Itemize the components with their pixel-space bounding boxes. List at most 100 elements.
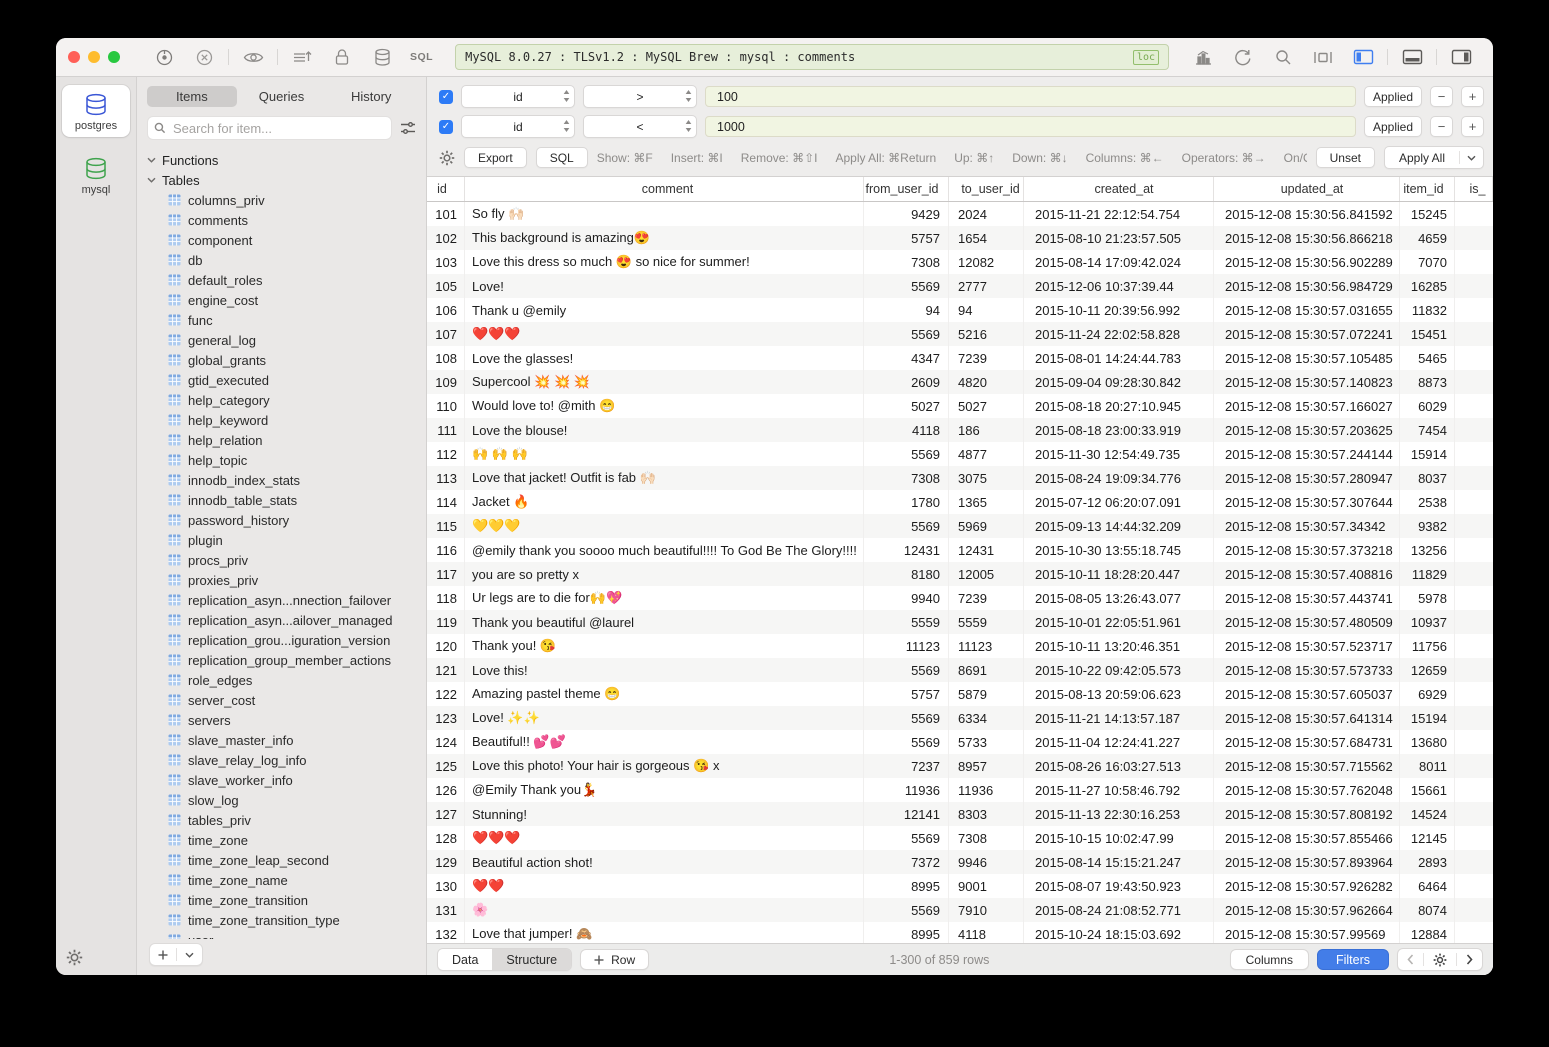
cell-updated-at[interactable]: 2015-12-08 15:30:57.962664 bbox=[1214, 898, 1400, 922]
cell-id[interactable]: 126 bbox=[427, 778, 465, 802]
cell-item-id[interactable]: 14524 bbox=[1400, 802, 1455, 826]
cell-to-user-id[interactable]: 5969 bbox=[949, 514, 1024, 538]
sidebar-table-item[interactable]: general_log bbox=[147, 330, 426, 350]
sidebar-table-item[interactable]: slave_master_info bbox=[147, 730, 426, 750]
cell-item-id[interactable]: 15661 bbox=[1400, 778, 1455, 802]
column-header-item-id[interactable]: item_id bbox=[1400, 177, 1455, 201]
database-icon[interactable] bbox=[367, 46, 397, 68]
cell-to-user-id[interactable]: 8303 bbox=[949, 802, 1024, 826]
cell-updated-at[interactable]: 2015-12-08 15:30:57.573733 bbox=[1214, 658, 1400, 682]
cell-from-user-id[interactable]: 4347 bbox=[864, 346, 949, 370]
add-filter-button[interactable]: + bbox=[1461, 116, 1484, 137]
cell-id[interactable]: 129 bbox=[427, 850, 465, 874]
cell-item-id[interactable]: 15245 bbox=[1400, 202, 1455, 226]
tree-section-tables[interactable]: Tables bbox=[147, 170, 426, 190]
cell-from-user-id[interactable]: 8180 bbox=[864, 562, 949, 586]
cell-is[interactable] bbox=[1455, 394, 1493, 418]
cell-created-at[interactable]: 2015-12-06 10:37:39.44 bbox=[1024, 274, 1214, 298]
cell-comment[interactable]: 🙌 🙌 🙌 bbox=[465, 442, 864, 466]
cell-item-id[interactable]: 8011 bbox=[1400, 754, 1455, 778]
cell-item-id[interactable]: 8037 bbox=[1400, 466, 1455, 490]
cell-is[interactable] bbox=[1455, 778, 1493, 802]
cell-updated-at[interactable]: 2015-12-08 15:30:57.105485 bbox=[1214, 346, 1400, 370]
cell-to-user-id[interactable]: 7308 bbox=[949, 826, 1024, 850]
connection-mysql[interactable]: mysql bbox=[62, 149, 130, 201]
sidebar-table-item[interactable]: slow_log bbox=[147, 790, 426, 810]
cell-updated-at[interactable]: 2015-12-08 15:30:57.373218 bbox=[1214, 538, 1400, 562]
column-header-updated-at[interactable]: updated_at bbox=[1214, 177, 1400, 201]
add-item-chevron-icon[interactable] bbox=[177, 952, 202, 958]
cell-comment[interactable]: Beautiful!! 💕💕 bbox=[465, 730, 864, 754]
cell-updated-at[interactable]: 2015-12-08 15:30:57.244144 bbox=[1214, 442, 1400, 466]
cell-item-id[interactable]: 10937 bbox=[1400, 610, 1455, 634]
table-row[interactable]: 114 Jacket 🔥 1780 1365 2015-07-12 06:20:… bbox=[427, 490, 1493, 514]
cell-id[interactable]: 113 bbox=[427, 466, 465, 490]
cell-created-at[interactable]: 2015-11-21 14:13:57.187 bbox=[1024, 706, 1214, 730]
cell-is[interactable] bbox=[1455, 322, 1493, 346]
cell-to-user-id[interactable]: 9001 bbox=[949, 874, 1024, 898]
cell-item-id[interactable]: 5465 bbox=[1400, 346, 1455, 370]
cell-comment[interactable]: Love that jumper! 🙈 bbox=[465, 922, 864, 943]
table-row[interactable]: 102 This background is amazing😍 5757 165… bbox=[427, 226, 1493, 250]
sidebar-table-item[interactable]: innodb_index_stats bbox=[147, 470, 426, 490]
table-row[interactable]: 123 Love! ✨✨ 5569 6334 2015-11-21 14:13:… bbox=[427, 706, 1493, 730]
cell-to-user-id[interactable]: 1365 bbox=[949, 490, 1024, 514]
cell-from-user-id[interactable]: 5569 bbox=[864, 658, 949, 682]
disconnect-icon[interactable] bbox=[189, 46, 219, 68]
cell-comment[interactable]: @emily thank you soooo much beautiful!!!… bbox=[465, 538, 864, 562]
sidebar-table-item[interactable]: tables_priv bbox=[147, 810, 426, 830]
table-row[interactable]: 132 Love that jumper! 🙈 8995 4118 2015-1… bbox=[427, 922, 1493, 943]
search-icon[interactable] bbox=[1268, 46, 1298, 68]
table-row[interactable]: 131 🌸 5569 7910 2015-08-24 21:08:52.771 … bbox=[427, 898, 1493, 922]
sidebar-table-item[interactable]: func bbox=[147, 310, 426, 330]
filter-applied-button[interactable]: Applied bbox=[1364, 86, 1422, 107]
cell-to-user-id[interactable]: 4820 bbox=[949, 370, 1024, 394]
cell-updated-at[interactable]: 2015-12-08 15:30:57.523717 bbox=[1214, 634, 1400, 658]
cell-is[interactable] bbox=[1455, 682, 1493, 706]
cell-created-at[interactable]: 2015-10-22 09:42:05.573 bbox=[1024, 658, 1214, 682]
cell-id[interactable]: 102 bbox=[427, 226, 465, 250]
cell-updated-at[interactable]: 2015-12-08 15:30:57.684731 bbox=[1214, 730, 1400, 754]
connection-status-icon[interactable] bbox=[149, 46, 179, 68]
table-row[interactable]: 103 Love this dress so much 😍 so nice fo… bbox=[427, 250, 1493, 274]
cell-comment[interactable]: @Emily Thank you💃 bbox=[465, 778, 864, 802]
cell-id[interactable]: 114 bbox=[427, 490, 465, 514]
sidebar-table-item[interactable]: comments bbox=[147, 210, 426, 230]
cell-is[interactable] bbox=[1455, 874, 1493, 898]
cell-from-user-id[interactable]: 5569 bbox=[864, 442, 949, 466]
cell-to-user-id[interactable]: 4877 bbox=[949, 442, 1024, 466]
cell-to-user-id[interactable]: 2777 bbox=[949, 274, 1024, 298]
cell-comment[interactable]: Love the blouse! bbox=[465, 418, 864, 442]
cell-created-at[interactable]: 2015-11-13 22:30:16.253 bbox=[1024, 802, 1214, 826]
cell-updated-at[interactable]: 2015-12-08 15:30:57.715562 bbox=[1214, 754, 1400, 778]
cell-is[interactable] bbox=[1455, 610, 1493, 634]
sidebar-table-item[interactable]: procs_priv bbox=[147, 550, 426, 570]
table-row[interactable]: 118 Ur legs are to die for🙌💖 9940 7239 2… bbox=[427, 586, 1493, 610]
cell-created-at[interactable]: 2015-10-30 13:55:18.745 bbox=[1024, 538, 1214, 562]
cell-from-user-id[interactable]: 7237 bbox=[864, 754, 949, 778]
filter-enabled-checkbox[interactable]: ✓ bbox=[439, 120, 453, 134]
sidebar-table-item[interactable]: component bbox=[147, 230, 426, 250]
cell-to-user-id[interactable]: 5559 bbox=[949, 610, 1024, 634]
cell-created-at[interactable]: 2015-10-01 22:05:51.961 bbox=[1024, 610, 1214, 634]
cell-is[interactable] bbox=[1455, 538, 1493, 562]
cell-updated-at[interactable]: 2015-12-08 15:30:57.480509 bbox=[1214, 610, 1400, 634]
cell-comment[interactable]: Jacket 🔥 bbox=[465, 490, 864, 514]
cell-is[interactable] bbox=[1455, 418, 1493, 442]
cell-comment[interactable]: Thank you beautiful @laurel bbox=[465, 610, 864, 634]
cell-to-user-id[interactable]: 7239 bbox=[949, 346, 1024, 370]
cell-from-user-id[interactable]: 5569 bbox=[864, 706, 949, 730]
cell-id[interactable]: 101 bbox=[427, 202, 465, 226]
cell-to-user-id[interactable]: 8957 bbox=[949, 754, 1024, 778]
cell-is[interactable] bbox=[1455, 346, 1493, 370]
cell-updated-at[interactable]: 2015-12-08 15:30:56.902289 bbox=[1214, 250, 1400, 274]
cell-to-user-id[interactable]: 1654 bbox=[949, 226, 1024, 250]
cell-from-user-id[interactable]: 8995 bbox=[864, 922, 949, 943]
structure-tab-button[interactable]: Structure bbox=[492, 949, 571, 970]
cell-created-at[interactable]: 2015-10-11 20:39:56.992 bbox=[1024, 298, 1214, 322]
cell-from-user-id[interactable]: 12431 bbox=[864, 538, 949, 562]
cell-is[interactable] bbox=[1455, 226, 1493, 250]
cell-from-user-id[interactable]: 1780 bbox=[864, 490, 949, 514]
cell-from-user-id[interactable]: 5569 bbox=[864, 322, 949, 346]
add-item-button[interactable] bbox=[149, 943, 203, 966]
